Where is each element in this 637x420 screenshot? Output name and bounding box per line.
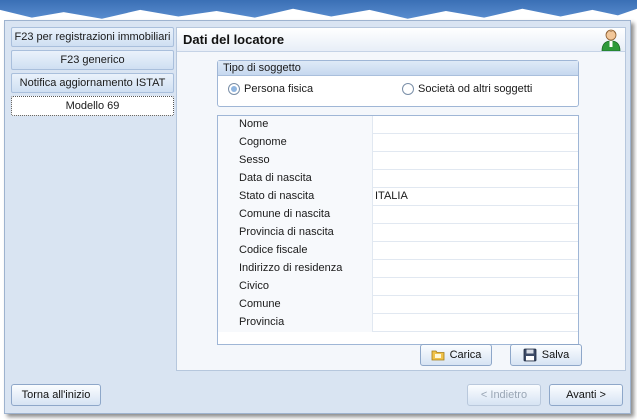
field-label: Comune <box>218 296 373 314</box>
field-value[interactable] <box>375 314 575 332</box>
field-value[interactable] <box>375 152 575 170</box>
field-label: Provincia di nascita <box>218 224 373 242</box>
save-button[interactable]: Salva <box>510 344 582 366</box>
radio-societa[interactable]: Società od altri soggetti <box>402 83 532 95</box>
field-label: Cognome <box>218 134 373 152</box>
user-icon <box>601 29 621 51</box>
field-value[interactable] <box>375 260 575 278</box>
field-value[interactable] <box>375 296 575 314</box>
page-title: Dati del locatore <box>183 32 285 47</box>
field-label: Data di nascita <box>218 170 373 188</box>
field-row-cognome[interactable]: Cognome <box>218 134 578 152</box>
field-value[interactable] <box>375 134 575 152</box>
subject-type-group: Tipo di soggetto Persona fisica Società … <box>217 60 579 107</box>
field-label: Provincia <box>218 314 373 332</box>
field-row-comune-nascita[interactable]: Comune di nascita <box>218 206 578 224</box>
field-label: Sesso <box>218 152 373 170</box>
sidebar-item-f23-generico[interactable]: F23 generico <box>11 50 174 70</box>
locatore-fields-grid: Nome Cognome Sesso Data di nascita Stato… <box>217 115 579 345</box>
sidebar-item-label: F23 per registrazioni immobiliari <box>14 31 171 43</box>
load-button[interactable]: Carica <box>420 344 492 366</box>
panel-header: Dati del locatore <box>177 28 625 52</box>
radio-unselected-icon <box>402 83 414 95</box>
field-value[interactable]: ITALIA <box>375 188 575 206</box>
home-button-label: Torna all'inizio <box>21 389 91 401</box>
wizard-footer: Torna all'inizio < Indietro Avanti > <box>5 373 630 413</box>
field-label: Nome <box>218 116 373 134</box>
next-button[interactable]: Avanti > <box>549 384 623 406</box>
sidebar-item-f23-registrazioni[interactable]: F23 per registrazioni immobiliari <box>11 27 174 47</box>
field-row-comune[interactable]: Comune <box>218 296 578 314</box>
field-row-provincia-nascita[interactable]: Provincia di nascita <box>218 224 578 242</box>
field-label: Indirizzo di residenza <box>218 260 373 278</box>
field-label: Codice fiscale <box>218 242 373 260</box>
field-row-codice-fiscale[interactable]: Codice fiscale <box>218 242 578 260</box>
field-row-nome[interactable]: Nome <box>218 116 578 134</box>
back-button-label: < Indietro <box>480 389 528 401</box>
field-label: Stato di nascita <box>218 188 373 206</box>
home-button[interactable]: Torna all'inizio <box>11 384 101 406</box>
sidebar-item-modello-69[interactable]: Modello 69 <box>11 96 174 116</box>
sidebar-item-notifica-istat[interactable]: Notifica aggiornamento ISTAT <box>11 73 174 93</box>
back-button[interactable]: < Indietro <box>467 384 541 406</box>
field-row-indirizzo[interactable]: Indirizzo di residenza <box>218 260 578 278</box>
field-row-data-nascita[interactable]: Data di nascita <box>218 170 578 188</box>
main-window: F23 per registrazioni immobiliari F23 ge… <box>4 20 631 414</box>
sidebar-item-label: Notifica aggiornamento ISTAT <box>19 77 166 89</box>
field-row-stato-nascita[interactable]: Stato di nascita ITALIA <box>218 188 578 206</box>
radio-label: Persona fisica <box>244 83 314 95</box>
field-value[interactable] <box>375 278 575 296</box>
window-title-strip <box>0 0 637 19</box>
sidebar: F23 per registrazioni immobiliari F23 ge… <box>11 27 174 127</box>
locatore-panel: Dati del locatore Tipo di soggetto Perso… <box>176 27 626 371</box>
field-label: Comune di nascita <box>218 206 373 224</box>
radio-persona-fisica[interactable]: Persona fisica <box>228 83 313 95</box>
save-button-label: Salva <box>541 349 570 361</box>
radio-selected-icon <box>228 83 240 95</box>
sidebar-item-label: F23 generico <box>60 54 125 66</box>
next-button-label: Avanti > <box>566 389 606 401</box>
load-button-label: Carica <box>449 349 482 361</box>
floppy-disk-icon <box>523 348 537 362</box>
field-row-sesso[interactable]: Sesso <box>218 152 578 170</box>
folder-icon <box>431 350 444 361</box>
field-row-provincia[interactable]: Provincia <box>218 314 578 332</box>
field-row-civico[interactable]: Civico <box>218 278 578 296</box>
field-value[interactable] <box>375 224 575 242</box>
field-value[interactable] <box>375 170 575 188</box>
sidebar-item-label: Modello 69 <box>65 100 120 112</box>
field-value[interactable] <box>375 242 575 260</box>
field-label: Civico <box>218 278 373 296</box>
field-value[interactable] <box>375 116 575 134</box>
group-title: Tipo di soggetto <box>218 61 578 76</box>
radio-label: Società od altri soggetti <box>418 83 533 95</box>
field-value[interactable] <box>375 206 575 224</box>
